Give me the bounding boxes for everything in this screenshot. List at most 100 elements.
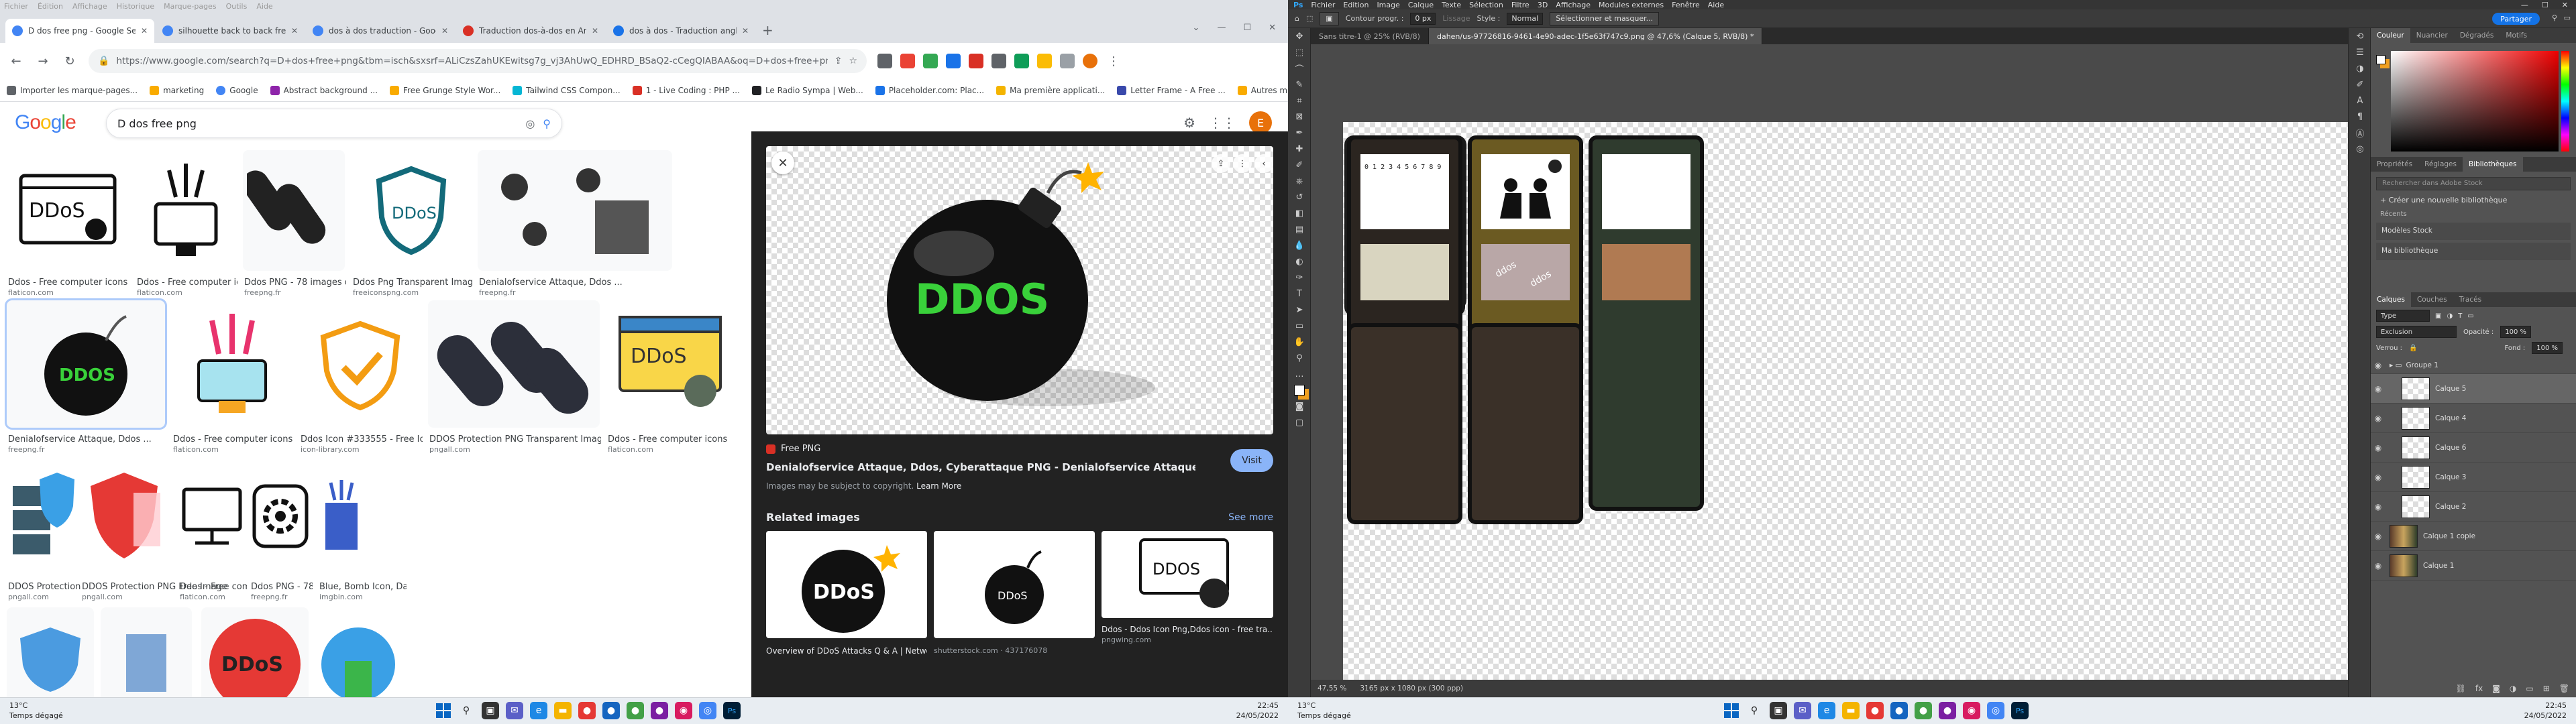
healing-tool-icon[interactable]: ✚ <box>1288 141 1311 157</box>
back-icon[interactable]: ← <box>8 54 24 68</box>
new-group-icon[interactable]: ▭ <box>2526 684 2533 693</box>
learn-more-link[interactable]: Learn More <box>916 481 961 491</box>
layer-row[interactable]: ◉ Calque 6 <box>2371 433 2576 463</box>
dodge-tool-icon[interactable]: ◐ <box>1288 253 1311 269</box>
menu-help[interactable]: Aide <box>256 2 272 11</box>
menu-plugins[interactable]: Modules externes <box>1599 1 1664 9</box>
stamp-tool-icon[interactable]: ⎈ <box>1288 173 1311 189</box>
lock-icon[interactable]: 🔒 <box>2409 345 2417 352</box>
bookmark-item[interactable]: Le Radio Sympa | Web... <box>751 85 863 95</box>
close-tab-icon[interactable]: ✕ <box>291 26 298 36</box>
menu-select[interactable]: Sélection <box>1469 1 1503 9</box>
canvas-area[interactable]: 0 1 2 3 4 5 6 7 8 9 ddos ddos <box>1311 44 2348 680</box>
extension-icon[interactable] <box>923 54 938 68</box>
crop-tool-icon[interactable]: ⌗ <box>1288 93 1311 109</box>
link-layers-icon[interactable]: ⛓ <box>2456 684 2466 693</box>
eraser-tool-icon[interactable]: ◧ <box>1288 205 1311 221</box>
layer-style-icon[interactable]: fx <box>2475 684 2483 693</box>
new-selection-icon[interactable]: ▣ <box>1320 11 1339 25</box>
history-panel-icon[interactable]: ⟲ <box>2349 28 2371 44</box>
glyphs-panel-icon[interactable]: Ⓐ <box>2349 125 2371 141</box>
settings-gear-icon[interactable]: ⚙ <box>1183 115 1195 131</box>
other-bookmarks[interactable]: Autres marque-pages <box>1237 85 1288 95</box>
marquee-tool-icon[interactable]: ⬚ <box>1288 44 1311 60</box>
menu-file[interactable]: Fichier <box>1311 1 1335 9</box>
search-icon[interactable]: ⚲ <box>543 117 551 130</box>
bookmark-item[interactable]: Ma première applicati... <box>996 85 1105 95</box>
adjustments-panel-icon[interactable]: ◑ <box>2349 60 2371 76</box>
profile-icon[interactable] <box>1083 54 1097 68</box>
instagram-icon[interactable]: ◉ <box>675 702 692 719</box>
bookmark-item[interactable]: Tailwind CSS Compon... <box>513 85 621 95</box>
address-bar[interactable]: 🔒 https://www.google.com/search?q=D+dos+… <box>89 49 867 73</box>
visit-button[interactable]: Visit <box>1230 449 1273 472</box>
layer-row[interactable]: ◉ Calque 2 <box>2371 492 2576 522</box>
extension-icon[interactable] <box>877 54 892 68</box>
previous-image-icon[interactable]: ‹ <box>1254 154 1273 173</box>
document-tab-active[interactable]: dahen/us-97726816-9461-4e90-adec-1f5e63f… <box>1428 28 1763 44</box>
menu-3d[interactable]: 3D <box>1538 1 1548 9</box>
tab-color[interactable]: Couleur <box>2371 28 2410 43</box>
instagram-icon[interactable]: ◉ <box>1963 702 1980 719</box>
extension-icon[interactable] <box>946 54 961 68</box>
menu-file[interactable]: Fichier <box>4 2 28 11</box>
document-tab[interactable]: Sans titre-1 @ 25% (RVB/8) <box>1311 28 1429 44</box>
search-icon[interactable]: ⚲ <box>458 702 475 719</box>
close-tab-icon[interactable]: ✕ <box>141 26 148 36</box>
visibility-eye-icon[interactable]: ◉ <box>2371 361 2385 370</box>
channels-panel-icon[interactable]: ◎ <box>2349 141 2371 157</box>
app-icon[interactable]: ● <box>1890 702 1908 719</box>
filter-shape-icon[interactable]: ▭ <box>2467 312 2473 320</box>
visibility-eye-icon[interactable]: ◉ <box>2371 443 2385 452</box>
menu-tools[interactable]: Outils <box>226 2 248 11</box>
zoom-level[interactable]: 47,55 % <box>1318 684 1346 692</box>
tab-layers[interactable]: Calques <box>2371 292 2411 307</box>
menu-bookmarks[interactable]: Marque-pages <box>164 2 216 11</box>
library-item[interactable]: Modèles Stock <box>2376 223 2571 240</box>
windows-start-icon[interactable] <box>436 703 451 718</box>
blur-tool-icon[interactable]: 💧 <box>1288 237 1311 253</box>
workspace-icon[interactable]: ▭ <box>2564 13 2571 22</box>
tab-properties[interactable]: Propriétés <box>2371 157 2418 172</box>
fill-input[interactable]: 100 % <box>2532 342 2563 354</box>
app-icon[interactable]: ● <box>627 702 644 719</box>
maximize-icon[interactable]: ☐ <box>2542 1 2548 9</box>
edge-icon[interactable]: e <box>1818 702 1835 719</box>
more-tools-icon[interactable]: … <box>1288 366 1311 382</box>
preview-source[interactable]: Free PNG <box>766 444 820 454</box>
color-picker-field[interactable] <box>2391 51 2559 152</box>
move-tool-icon[interactable]: ✥ <box>1288 28 1311 44</box>
browser-tab[interactable]: dos à dos traduction - Google - G ✕ <box>306 19 455 43</box>
paragraph-panel-icon[interactable]: ¶ <box>2349 109 2371 125</box>
shape-tool-icon[interactable]: ▭ <box>1288 318 1311 334</box>
share-icon[interactable]: ⇪ <box>835 56 843 66</box>
menu-view[interactable]: Affichage <box>1556 1 1591 9</box>
tab-channels[interactable]: Couches <box>2411 292 2453 307</box>
color-swatches-icon[interactable] <box>1288 382 1311 398</box>
maximize-icon[interactable]: ☐ <box>1243 23 1251 33</box>
bookmark-item[interactable]: Abstract background ... <box>270 85 378 95</box>
gradient-tool-icon[interactable]: ▤ <box>1288 221 1311 237</box>
photoshop-logo-icon[interactable]: Ps <box>1293 1 1303 9</box>
layer-row[interactable]: ◉ Calque 4 <box>2371 404 2576 433</box>
library-item[interactable]: Ma bibliothèque <box>2376 243 2571 260</box>
preview-image[interactable]: DDOS <box>766 146 1273 434</box>
extension-icon[interactable] <box>969 54 983 68</box>
menu-window[interactable]: Fenêtre <box>1672 1 1700 9</box>
zoom-tool-icon[interactable]: ⚲ <box>1288 350 1311 366</box>
layer-group-row[interactable]: ◉ ▸ ▭ Groupe 1 <box>2371 357 2576 374</box>
layer-row[interactable]: ◉ Calque 3 <box>2371 463 2576 492</box>
new-tab-button[interactable]: + <box>762 22 773 38</box>
style-select[interactable]: Normal <box>1507 12 1544 25</box>
camera-icon[interactable]: ◎ <box>525 117 535 130</box>
add-mask-icon[interactable]: ◙ <box>2492 684 2500 693</box>
app-icon[interactable]: ● <box>602 702 620 719</box>
opacity-input[interactable]: 100 % <box>2500 326 2532 338</box>
app-icon[interactable]: ● <box>1866 702 1884 719</box>
extension-icon[interactable] <box>991 54 1006 68</box>
antialias-checkbox[interactable]: Lissage <box>1442 14 1470 23</box>
weather-widget[interactable]: 13°C Temps dégagé <box>1297 701 1351 721</box>
close-tab-icon[interactable]: ✕ <box>441 26 448 36</box>
windows-start-icon[interactable] <box>1724 703 1739 718</box>
properties-panel-icon[interactable]: ☰ <box>2349 44 2371 60</box>
